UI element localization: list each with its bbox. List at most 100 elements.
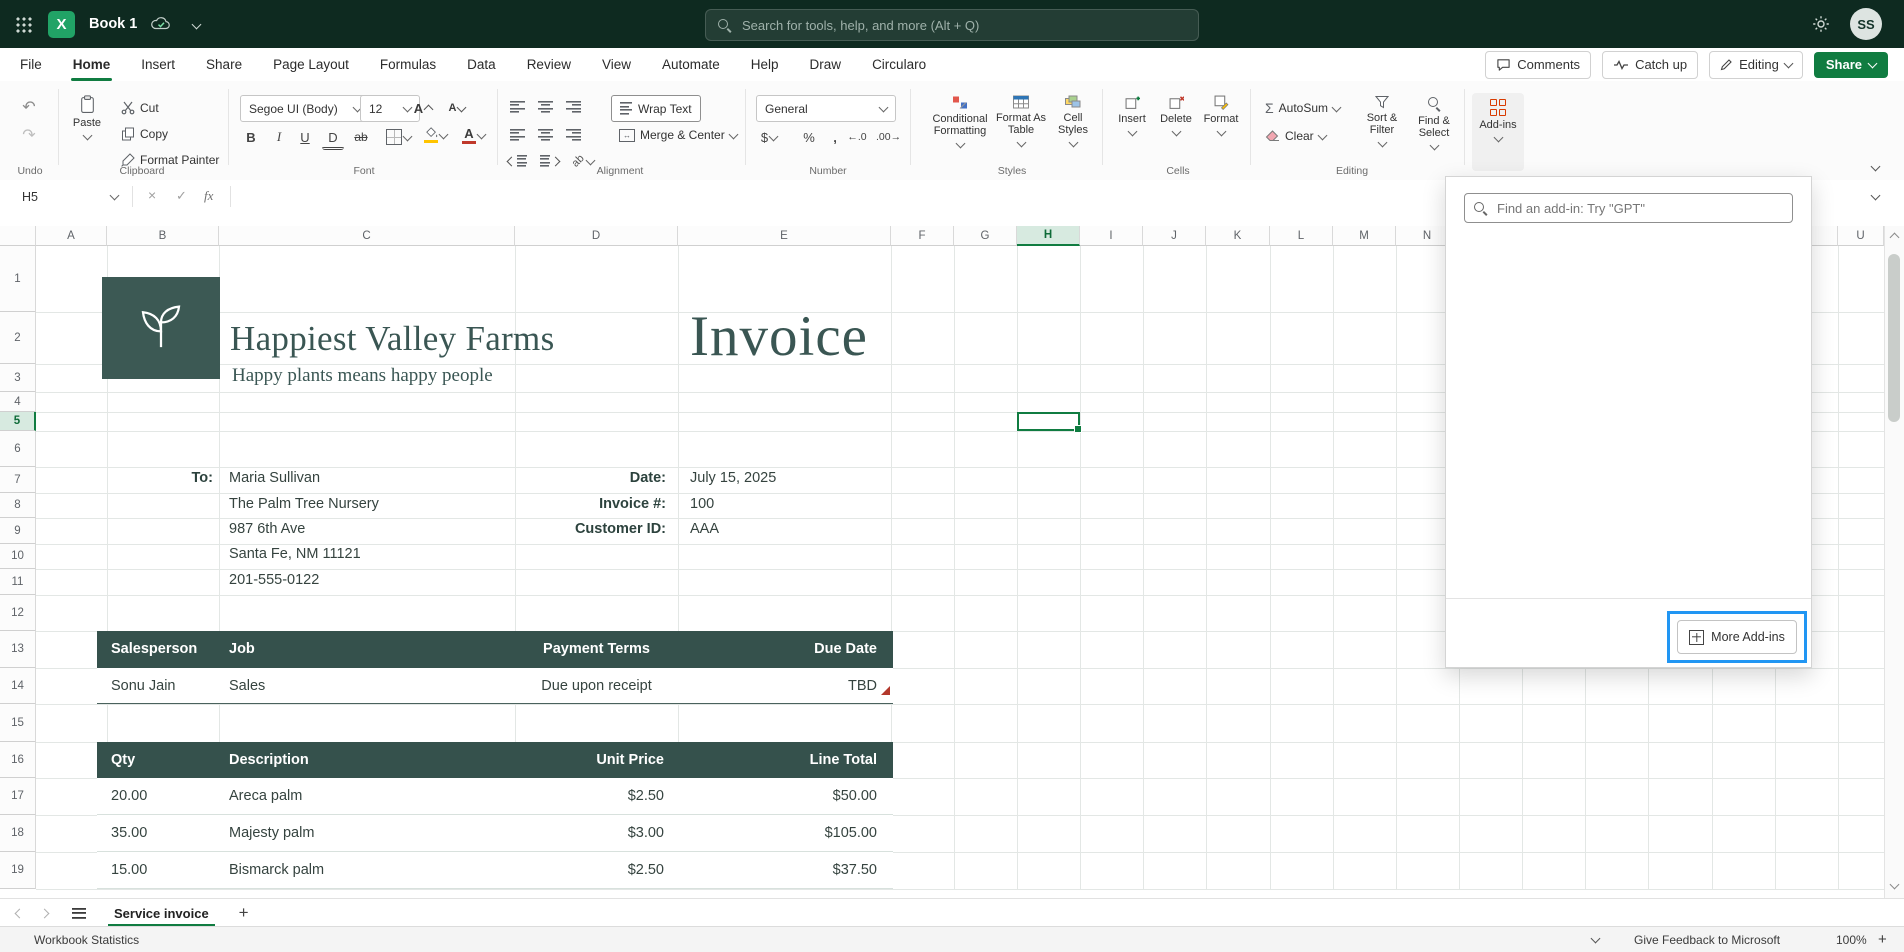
paste-button[interactable]: Paste bbox=[64, 93, 110, 167]
italic-button[interactable]: I bbox=[268, 125, 290, 149]
row-header-10[interactable]: 10 bbox=[0, 544, 36, 569]
conditional-formatting-button[interactable]: Conditional Formatting bbox=[930, 93, 990, 167]
redo-button[interactable]: ↷ bbox=[18, 123, 40, 147]
sheet-nav-prev-icon[interactable] bbox=[15, 908, 25, 918]
more-addins-button[interactable]: More Add-ins bbox=[1677, 620, 1797, 654]
strikethrough-button[interactable]: ab bbox=[350, 125, 372, 149]
row-header-1[interactable]: 1 bbox=[0, 246, 36, 312]
align-top-button[interactable] bbox=[506, 95, 528, 119]
align-left-button[interactable] bbox=[506, 123, 528, 147]
settings-gear-icon[interactable] bbox=[1812, 15, 1830, 38]
decrease-indent-button[interactable] bbox=[506, 149, 528, 173]
sheet-list-icon[interactable] bbox=[72, 908, 86, 919]
select-all-corner[interactable] bbox=[0, 226, 36, 246]
cell-to-name[interactable]: Maria Sullivan bbox=[229, 470, 320, 486]
cell-customer-id-value[interactable]: AAA bbox=[690, 521, 719, 537]
feedback-link[interactable]: Give Feedback to Microsoft bbox=[1634, 933, 1780, 947]
workbook-statistics-button[interactable]: Workbook Statistics bbox=[34, 933, 139, 947]
fill-color-button[interactable] bbox=[424, 123, 447, 147]
row-header-15[interactable]: 15 bbox=[0, 704, 36, 742]
bold-button[interactable]: B bbox=[240, 125, 262, 149]
tab-data[interactable]: Data bbox=[465, 48, 498, 81]
cut-button[interactable]: Cut bbox=[116, 97, 164, 119]
cell-invoice-number-value[interactable]: 100 bbox=[690, 496, 714, 512]
row-header-3[interactable]: 3 bbox=[0, 364, 36, 392]
tab-share[interactable]: Share bbox=[204, 48, 244, 81]
tab-view[interactable]: View bbox=[600, 48, 633, 81]
undo-button[interactable]: ↶ bbox=[18, 95, 40, 119]
font-family-select[interactable]: Segoe UI (Body) bbox=[240, 95, 370, 122]
comments-button[interactable]: Comments bbox=[1485, 51, 1591, 79]
wrap-text-button[interactable]: Wrap Text bbox=[611, 95, 701, 122]
align-middle-button[interactable] bbox=[534, 95, 556, 119]
cell-to-street[interactable]: 987 6th Ave bbox=[229, 521, 305, 537]
tab-draw[interactable]: Draw bbox=[808, 48, 844, 81]
column-header-G[interactable]: G bbox=[954, 226, 1017, 246]
ribbon-collapse-chevron-icon[interactable] bbox=[1871, 162, 1881, 172]
column-header-C[interactable]: C bbox=[219, 226, 515, 246]
align-right-button[interactable] bbox=[562, 123, 584, 147]
status-chevron-down-icon[interactable] bbox=[1591, 934, 1601, 944]
orientation-button[interactable]: ab bbox=[572, 149, 594, 173]
catch-up-button[interactable]: Catch up bbox=[1602, 51, 1698, 79]
header-search[interactable] bbox=[705, 9, 1199, 41]
account-avatar[interactable]: SS bbox=[1850, 8, 1882, 40]
tab-review[interactable]: Review bbox=[525, 48, 573, 81]
row-header-4[interactable]: 4 bbox=[0, 392, 36, 412]
workbook-title[interactable]: Book 1 bbox=[89, 16, 137, 32]
accounting-format-button[interactable]: $ bbox=[758, 125, 780, 149]
cell-date-value[interactable]: July 15, 2025 bbox=[690, 470, 776, 486]
row-header-13[interactable]: 13 bbox=[0, 631, 36, 668]
column-header-K[interactable]: K bbox=[1206, 226, 1270, 246]
tab-help[interactable]: Help bbox=[749, 48, 781, 81]
line-items-table-header[interactable]: Qty Description Unit Price Line Total bbox=[97, 742, 893, 778]
decrease-font-size-button[interactable]: A bbox=[446, 96, 468, 120]
app-launcher-waffle-icon[interactable] bbox=[15, 16, 32, 33]
title-chevron-down-icon[interactable] bbox=[192, 19, 202, 29]
salesperson-table-row[interactable]: Sonu Jain Sales Due upon receipt TBD bbox=[97, 668, 893, 704]
column-header-H[interactable]: H bbox=[1017, 226, 1080, 246]
excel-app-icon[interactable]: X bbox=[48, 11, 75, 38]
row-header-5[interactable]: 5 bbox=[0, 412, 36, 431]
addins-search[interactable] bbox=[1464, 193, 1793, 223]
line-item-row[interactable]: 15.00 Bismarck palm $2.50 $37.50 bbox=[97, 852, 893, 889]
column-header-L[interactable]: L bbox=[1270, 226, 1333, 246]
underline-button[interactable]: U bbox=[294, 125, 316, 149]
line-item-row[interactable]: 20.00 Areca palm $2.50 $50.00 bbox=[97, 778, 893, 815]
cancel-button[interactable]: × bbox=[148, 187, 156, 203]
cell-company-name[interactable]: Happiest Valley Farms bbox=[230, 319, 555, 359]
tab-formulas[interactable]: Formulas bbox=[378, 48, 438, 81]
line-item-row[interactable]: 35.00 Majesty palm $3.00 $105.00 bbox=[97, 815, 893, 852]
save-status-cloud-icon[interactable] bbox=[151, 16, 171, 35]
column-header-A[interactable]: A bbox=[36, 226, 107, 246]
row-header-19[interactable]: 19 bbox=[0, 852, 36, 889]
cell-company-tagline[interactable]: Happy plants means happy people bbox=[232, 365, 493, 387]
row-header-2[interactable]: 2 bbox=[0, 312, 36, 364]
row-header-18[interactable]: 18 bbox=[0, 815, 36, 852]
cell-to-company[interactable]: The Palm Tree Nursery bbox=[229, 496, 379, 512]
cell-to-label[interactable]: To: bbox=[107, 470, 213, 486]
column-header-B[interactable]: B bbox=[107, 226, 219, 246]
cell-customer-id-label[interactable]: Customer ID: bbox=[480, 521, 666, 537]
cell-to-city[interactable]: Santa Fe, NM 11121 bbox=[229, 546, 361, 562]
zoom-in-button[interactable]: + bbox=[1878, 931, 1887, 948]
column-header-M[interactable]: M bbox=[1333, 226, 1396, 246]
fill-handle[interactable] bbox=[1074, 425, 1082, 433]
header-search-input[interactable] bbox=[740, 17, 1186, 34]
autosum-button[interactable]: Σ AutoSum bbox=[1260, 97, 1345, 119]
row-header-7[interactable]: 7 bbox=[0, 467, 36, 493]
tab-circularo[interactable]: Circularo bbox=[870, 48, 928, 81]
tab-automate[interactable]: Automate bbox=[660, 48, 722, 81]
column-header-E[interactable]: E bbox=[678, 226, 891, 246]
scroll-up-icon[interactable] bbox=[1890, 233, 1900, 243]
sort-filter-button[interactable]: Sort & Filter bbox=[1356, 93, 1408, 167]
row-header-11[interactable]: 11 bbox=[0, 569, 36, 595]
row-header-16[interactable]: 16 bbox=[0, 742, 36, 778]
font-size-select[interactable]: 12 bbox=[360, 95, 420, 122]
percent-style-button[interactable]: % bbox=[798, 125, 820, 149]
cell-invoice-title[interactable]: Invoice bbox=[690, 304, 868, 369]
sheet-tab-service-invoice[interactable]: Service invoice bbox=[100, 899, 223, 927]
clear-button[interactable]: Clear bbox=[1260, 125, 1331, 147]
zoom-level[interactable]: 100% bbox=[1836, 933, 1867, 947]
column-header-F[interactable]: F bbox=[891, 226, 954, 246]
